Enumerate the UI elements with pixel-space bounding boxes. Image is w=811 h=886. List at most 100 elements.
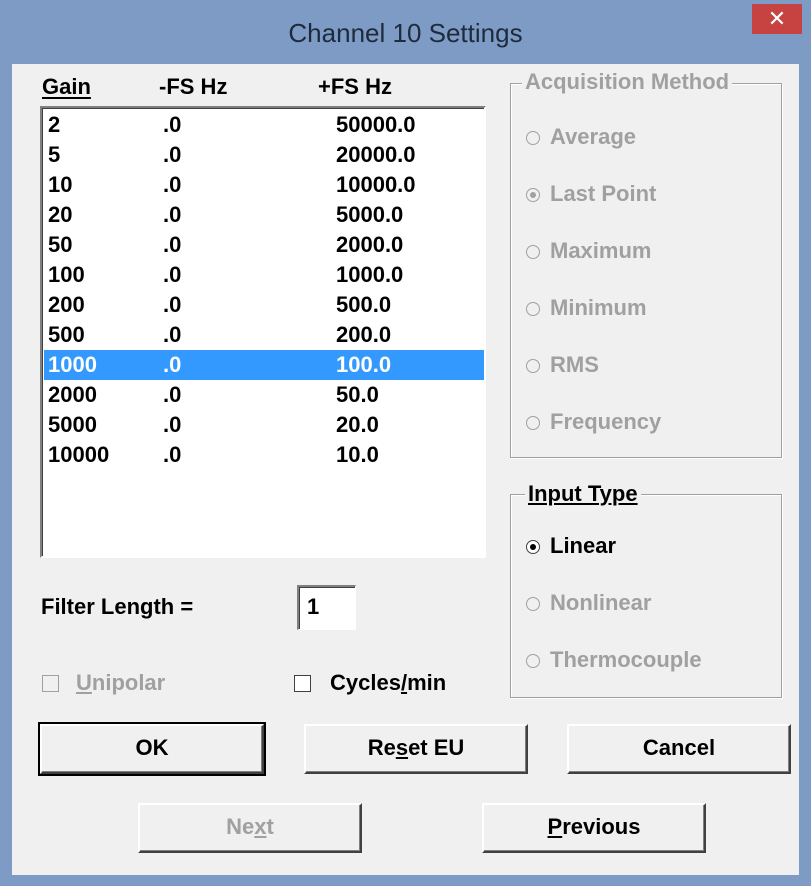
plus-fs-cell: 50000.0: [336, 112, 416, 137]
gain-list-row[interactable]: 2000 .0 50.0: [44, 380, 484, 410]
input-type-label-linear: Linear: [550, 533, 617, 558]
previous-rest: revious: [562, 814, 641, 839]
gain-list-row[interactable]: 1000 .0 100.0: [44, 350, 484, 380]
plus-fs-cell: 20.0: [336, 412, 379, 437]
gain-cell: 100: [48, 262, 85, 287]
plus-fs-cell: 5000.0: [336, 202, 404, 227]
close-icon: ✕: [767, 6, 787, 31]
acquisition-radio-minimum[interactable]: [526, 302, 540, 316]
gain-cell: 20: [48, 202, 73, 227]
gain-cell: 5: [48, 142, 61, 167]
gain-list-row[interactable]: 10 .0 10000.0: [44, 170, 484, 200]
input-type-label-thermocouple: Thermocouple: [550, 647, 702, 672]
header-minus-fs: -FS Hz: [159, 74, 228, 99]
plus-fs-cell: 2000.0: [336, 232, 404, 257]
acquisition-radio-rms[interactable]: [526, 359, 540, 373]
minus-fs-cell: .0: [163, 262, 182, 287]
next-mnemonic: x: [254, 814, 267, 839]
unipolar-checkbox[interactable]: [42, 675, 59, 692]
window-title: Channel 10 Settings: [288, 18, 523, 48]
next-a: Ne: [226, 814, 255, 839]
gain-cell: 200: [48, 292, 85, 317]
cycles-min-label: Cycles/min: [330, 670, 446, 696]
previous-mnemonic: P: [547, 814, 563, 839]
reset-eu-b: et EU: [408, 735, 465, 760]
acquisition-label-average: Average: [550, 124, 637, 149]
minus-fs-cell: .0: [163, 322, 182, 347]
input-type-radio-linear[interactable]: [526, 540, 540, 554]
gain-list-row[interactable]: 20 .0 5000.0: [44, 200, 484, 230]
acquisition-label-maximum: Maximum: [550, 238, 652, 263]
gain-list-row[interactable]: 5 .0 20000.0: [44, 140, 484, 170]
previous-button[interactable]: Previous: [482, 803, 706, 853]
dialog-client-area: Gain -FS Hz +FS Hz 2 .0 50000.0 5 .0 20000.0 1…: [12, 64, 799, 875]
input-type-label-nonlinear: Nonlinear: [550, 590, 652, 615]
minus-fs-cell: .0: [163, 172, 182, 197]
plus-fs-cell: 100.0: [336, 352, 392, 377]
acquisition-label-rms: RMS: [550, 352, 599, 377]
gain-cell: 50: [48, 232, 73, 257]
minus-fs-cell: .0: [163, 292, 182, 317]
minus-fs-cell: .0: [163, 412, 182, 437]
acquisition-radio-last-point[interactable]: [526, 188, 540, 202]
reset-eu-a: Re: [367, 735, 396, 760]
gain-cell: 10000: [48, 442, 110, 467]
gain-list-row[interactable]: 100 .0 1000.0: [44, 260, 484, 290]
minus-fs-cell: .0: [163, 232, 182, 257]
acquisition-radio-maximum[interactable]: [526, 245, 540, 259]
input-type-radio-nonlinear[interactable]: [526, 597, 540, 611]
next-button[interactable]: Next: [138, 803, 362, 853]
minus-fs-cell: .0: [163, 382, 182, 407]
dialog-window: Channel 10 Settings ✕ Gain -FS Hz +FS Hz…: [0, 0, 811, 886]
gain-listbox[interactable]: 2.0 50000.0 5.0 20000.0 10.0 10000.0 20.0 5000.…: [40, 106, 486, 558]
gain-list-row[interactable]: 5000 .0 20.0: [44, 410, 484, 440]
unipolar-label-mnemonic: U: [76, 670, 92, 695]
gain-list-row[interactable]: 500 .0 200.0: [44, 320, 484, 350]
gain-cell: 500: [48, 322, 85, 347]
acquisition-label-minimum: Minimum: [550, 295, 647, 320]
minus-fs-cell: .0: [163, 442, 182, 467]
minus-fs-cell: .0: [163, 142, 182, 167]
plus-fs-cell: 10.0: [336, 442, 379, 467]
close-button[interactable]: ✕: [752, 4, 802, 34]
header-plus-fs: +FS Hz: [318, 74, 392, 99]
plus-fs-cell: 50.0: [336, 382, 379, 407]
cancel-button[interactable]: Cancel: [567, 724, 791, 774]
title-bar[interactable]: Channel 10 Settings ✕: [0, 0, 811, 64]
next-b: t: [266, 814, 274, 839]
header-gain-text: Gain: [42, 74, 91, 99]
cycles-min-label-b: min: [407, 670, 447, 695]
gain-list-row[interactable]: 200 .0 500.0: [44, 290, 484, 320]
header-gain: Gain: [42, 74, 91, 100]
plus-fs-cell: 1000.0: [336, 262, 404, 287]
plus-fs-cell: 500.0: [336, 292, 392, 317]
minus-fs-cell: .0: [163, 202, 182, 227]
gain-cell: 2000: [48, 382, 97, 407]
unipolar-label: Unipolar: [76, 670, 165, 696]
acquisition-label-last-point: Last Point: [550, 181, 657, 206]
gain-cell: 2: [48, 112, 61, 137]
plus-fs-cell: 200.0: [336, 322, 392, 347]
plus-fs-cell: 20000.0: [336, 142, 416, 167]
filter-length-input[interactable]: 1: [297, 585, 356, 630]
gain-list-row[interactable]: 50 .0 2000.0: [44, 230, 484, 260]
gain-cell: 5000: [48, 412, 97, 437]
ok-button[interactable]: OK: [38, 722, 266, 776]
filter-length-label: Filter Length =: [41, 594, 194, 619]
reset-eu-button[interactable]: Reset EU: [304, 724, 528, 774]
minus-fs-cell: .0: [163, 352, 182, 377]
gain-list-row[interactable]: 2 .0 50000.0: [44, 110, 484, 140]
gain-list-row[interactable]: 10000 .0 10.0: [44, 440, 484, 470]
unipolar-label-rest: nipolar: [91, 670, 166, 695]
minus-fs-cell: .0: [163, 112, 182, 137]
plus-fs-cell: 10000.0: [336, 172, 416, 197]
gain-cell: 10: [48, 172, 73, 197]
acquisition-radio-average[interactable]: [526, 131, 540, 145]
cycles-min-checkbox[interactable]: [294, 675, 311, 692]
input-type-radio-thermocouple[interactable]: [526, 654, 540, 668]
gain-cell: 1000: [48, 352, 97, 377]
acquisition-method-legend: Acquisition Method: [522, 69, 733, 95]
acquisition-label-frequency: Frequency: [550, 409, 662, 434]
cycles-min-label-a: Cycles: [330, 670, 401, 695]
acquisition-radio-frequency[interactable]: [526, 416, 540, 430]
